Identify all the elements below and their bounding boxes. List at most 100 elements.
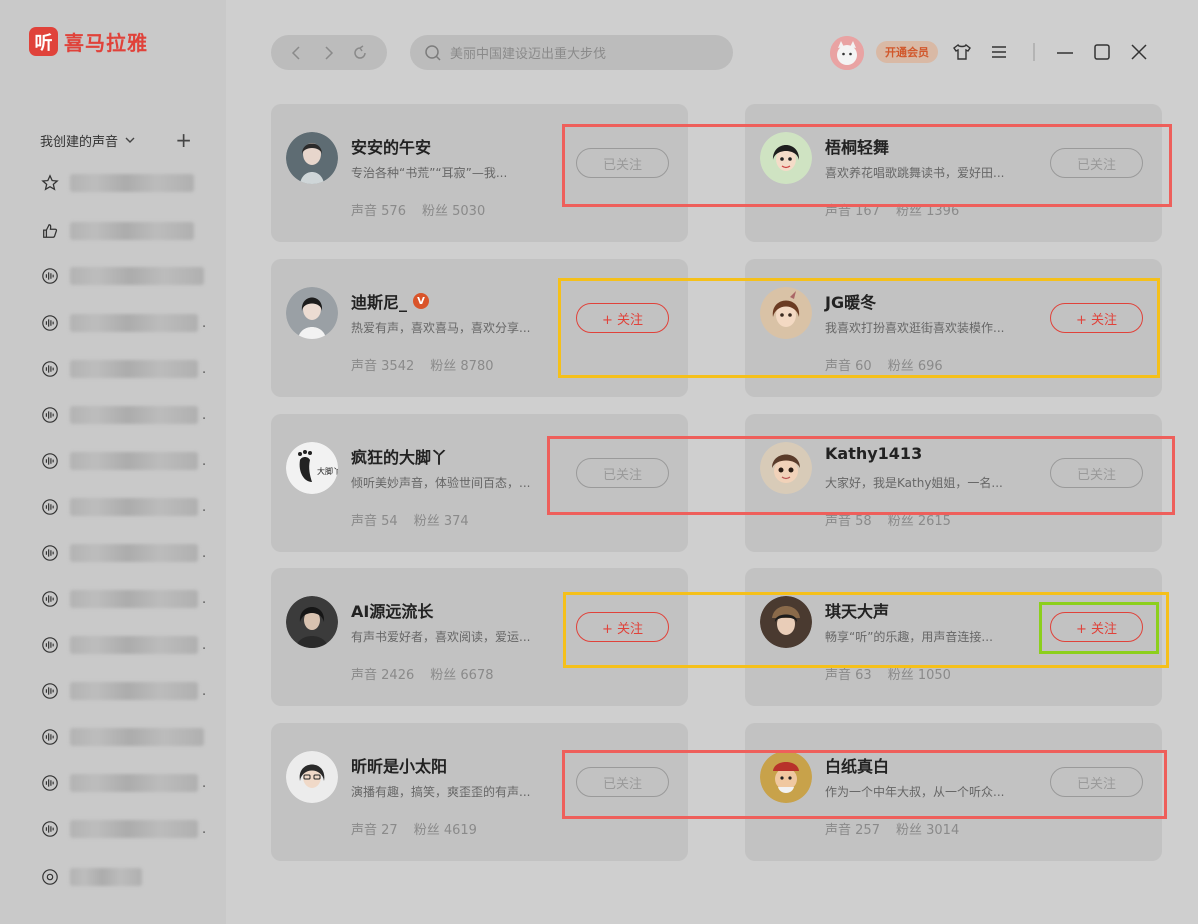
- user-avatar[interactable]: [830, 36, 864, 70]
- follow-button[interactable]: + 关注: [576, 303, 669, 333]
- search-input[interactable]: 美丽中国建设迈出重大步伐: [410, 35, 733, 70]
- blurred-label: [70, 406, 198, 424]
- logo-text: 喜马拉雅: [64, 31, 148, 55]
- creator-avatar[interactable]: [760, 287, 812, 339]
- sound-wave-icon: [40, 727, 60, 747]
- creator-avatar[interactable]: [286, 596, 338, 648]
- creator-name[interactable]: 白纸真白: [825, 753, 889, 777]
- my-voices-toggle[interactable]: 我创建的声音: [40, 131, 136, 150]
- truncation-ellipsis: .: [202, 315, 207, 331]
- sidebar-voice-item[interactable]: .: [40, 540, 206, 566]
- creator-card[interactable]: 昕昕是小太阳 演播有趣，搞笑，爽歪歪的有声... 声音 27 粉丝 4619 已…: [271, 723, 688, 861]
- sidebar-voice-item[interactable]: .: [40, 494, 206, 520]
- sidebar-voice-item[interactable]: .: [40, 586, 206, 612]
- vip-button[interactable]: 开通会员: [876, 41, 938, 63]
- logo-badge: 听: [29, 27, 58, 56]
- creator-stats: 声音 257 粉丝 3014: [825, 823, 960, 838]
- sidebar-voice-item[interactable]: .: [40, 310, 206, 336]
- follow-button[interactable]: + 关注: [576, 612, 669, 642]
- maximize-icon[interactable]: [1090, 40, 1114, 64]
- sidebar-item-favorites[interactable]: [40, 170, 194, 196]
- my-voices-label: 我创建的声音: [40, 134, 119, 150]
- back-arrow-icon[interactable]: [289, 45, 305, 61]
- sound-wave-icon: [40, 681, 60, 701]
- creator-name[interactable]: 梧桐轻舞: [825, 134, 889, 158]
- followed-button[interactable]: 已关注: [1050, 458, 1143, 488]
- creator-desc: 演播有趣，搞笑，爽歪歪的有声...: [351, 785, 531, 799]
- followed-button[interactable]: 已关注: [576, 458, 669, 488]
- sidebar-voice-item[interactable]: .: [40, 448, 206, 474]
- creator-avatar[interactable]: [286, 751, 338, 803]
- creator-name[interactable]: 昕昕是小太阳: [351, 753, 447, 777]
- followed-button[interactable]: 已关注: [576, 148, 669, 178]
- creator-card[interactable]: 琪天大声 畅享“听”的乐趣，用声音连接... 声音 63 粉丝 1050 + 关…: [745, 568, 1162, 706]
- blurred-label: [70, 636, 198, 654]
- sidebar-item-record[interactable]: [40, 864, 142, 890]
- creator-card[interactable]: 迪斯尼_ V 热爱有声，喜欢喜马，喜欢分享... 声音 3542 粉丝 8780 …: [271, 259, 688, 397]
- creator-name[interactable]: JG暖冬: [825, 289, 876, 313]
- sidebar-item-likes[interactable]: [40, 218, 194, 244]
- creator-name[interactable]: Kathy1413: [825, 444, 922, 463]
- sound-wave-icon: [40, 819, 60, 839]
- creator-avatar[interactable]: 大脚丫: [286, 442, 338, 494]
- sound-wave-icon: [40, 359, 60, 379]
- app-logo[interactable]: 听 喜马拉雅: [29, 27, 148, 56]
- truncation-ellipsis: .: [202, 775, 207, 791]
- sidebar-voice-item[interactable]: [40, 263, 204, 289]
- creator-name[interactable]: 疯狂的大脚丫: [351, 444, 447, 468]
- follow-button[interactable]: + 关注: [1050, 612, 1143, 642]
- creator-stats: 声音 27 粉丝 4619: [351, 823, 477, 838]
- sound-wave-icon: [40, 451, 60, 471]
- skin-shirt-icon[interactable]: [950, 40, 974, 64]
- creator-card[interactable]: JG暖冬 我喜欢打扮喜欢逛街喜欢装模作... 声音 60 粉丝 696 + 关注: [745, 259, 1162, 397]
- truncation-ellipsis: .: [202, 453, 207, 469]
- blurred-label: [70, 682, 198, 700]
- followed-button[interactable]: 已关注: [576, 767, 669, 797]
- creator-card[interactable]: 大脚丫 疯狂的大脚丫 倾听美妙声音，体验世间百态，... 声音 54 粉丝 37…: [271, 414, 688, 552]
- creator-card[interactable]: 白纸真白 作为一个中年大叔，从一个听众... 声音 257 粉丝 3014 已关…: [745, 723, 1162, 861]
- creator-card[interactable]: AI源远流长 有声书爱好者，喜欢阅读，爱运... 声音 2426 粉丝 6678…: [271, 568, 688, 706]
- minimize-icon[interactable]: [1053, 40, 1077, 64]
- followed-button[interactable]: 已关注: [1050, 767, 1143, 797]
- creator-avatar[interactable]: [760, 751, 812, 803]
- creator-name[interactable]: 琪天大声: [825, 598, 889, 622]
- creator-name[interactable]: 安安的午安: [351, 134, 431, 158]
- sidebar-voice-item[interactable]: .: [40, 632, 206, 658]
- creator-desc: 倾听美妙声音，体验世间百态，...: [351, 476, 531, 490]
- creator-avatar[interactable]: [760, 596, 812, 648]
- verified-badge-icon: V: [413, 293, 430, 309]
- sidebar-voice-item[interactable]: [40, 724, 204, 750]
- creator-avatar[interactable]: [286, 287, 338, 339]
- followed-button[interactable]: 已关注: [1050, 148, 1143, 178]
- creator-avatar[interactable]: [760, 132, 812, 184]
- sound-wave-icon: [40, 543, 60, 563]
- creator-card[interactable]: 梧桐轻舞 喜欢养花唱歌跳舞读书，爱好田... 声音 167 粉丝 1396 已关…: [745, 104, 1162, 242]
- blurred-label: [70, 590, 198, 608]
- star-icon: [40, 173, 60, 193]
- creator-card[interactable]: Kathy1413 大家好，我是Kathy姐姐，一名... 声音 58 粉丝 2…: [745, 414, 1162, 552]
- refresh-icon[interactable]: [351, 44, 369, 62]
- sidebar-voice-item[interactable]: .: [40, 678, 206, 704]
- creator-desc: 我喜欢打扮喜欢逛街喜欢装模作...: [825, 321, 1005, 335]
- sidebar-voice-item[interactable]: .: [40, 816, 206, 842]
- add-voice-button[interactable]: +: [175, 130, 192, 150]
- sound-wave-icon: [40, 773, 60, 793]
- creator-stats: 声音 576 粉丝 5030: [351, 204, 486, 219]
- sidebar-voice-item[interactable]: .: [40, 770, 206, 796]
- sidebar-voice-item[interactable]: .: [40, 356, 206, 382]
- my-voices-section: 我创建的声音 +: [40, 130, 192, 150]
- sidebar-voice-item[interactable]: .: [40, 402, 206, 428]
- creator-avatar[interactable]: [286, 132, 338, 184]
- forward-arrow-icon[interactable]: [320, 45, 336, 61]
- creator-name[interactable]: 迪斯尼_ V: [351, 289, 430, 313]
- follow-button[interactable]: + 关注: [1050, 303, 1143, 333]
- creator-card[interactable]: 安安的午安 专治各种“书荒”“耳寂”—我... 声音 576 粉丝 5030 已…: [271, 104, 688, 242]
- creator-stats: 声音 54 粉丝 374: [351, 514, 469, 529]
- blurred-label: [70, 728, 204, 746]
- truncation-ellipsis: .: [202, 637, 207, 653]
- close-icon[interactable]: [1127, 40, 1151, 64]
- creator-name[interactable]: AI源远流长: [351, 598, 433, 622]
- creator-avatar[interactable]: [760, 442, 812, 494]
- creator-desc: 有声书爱好者，喜欢阅读，爱运...: [351, 630, 531, 644]
- menu-icon[interactable]: [987, 40, 1011, 64]
